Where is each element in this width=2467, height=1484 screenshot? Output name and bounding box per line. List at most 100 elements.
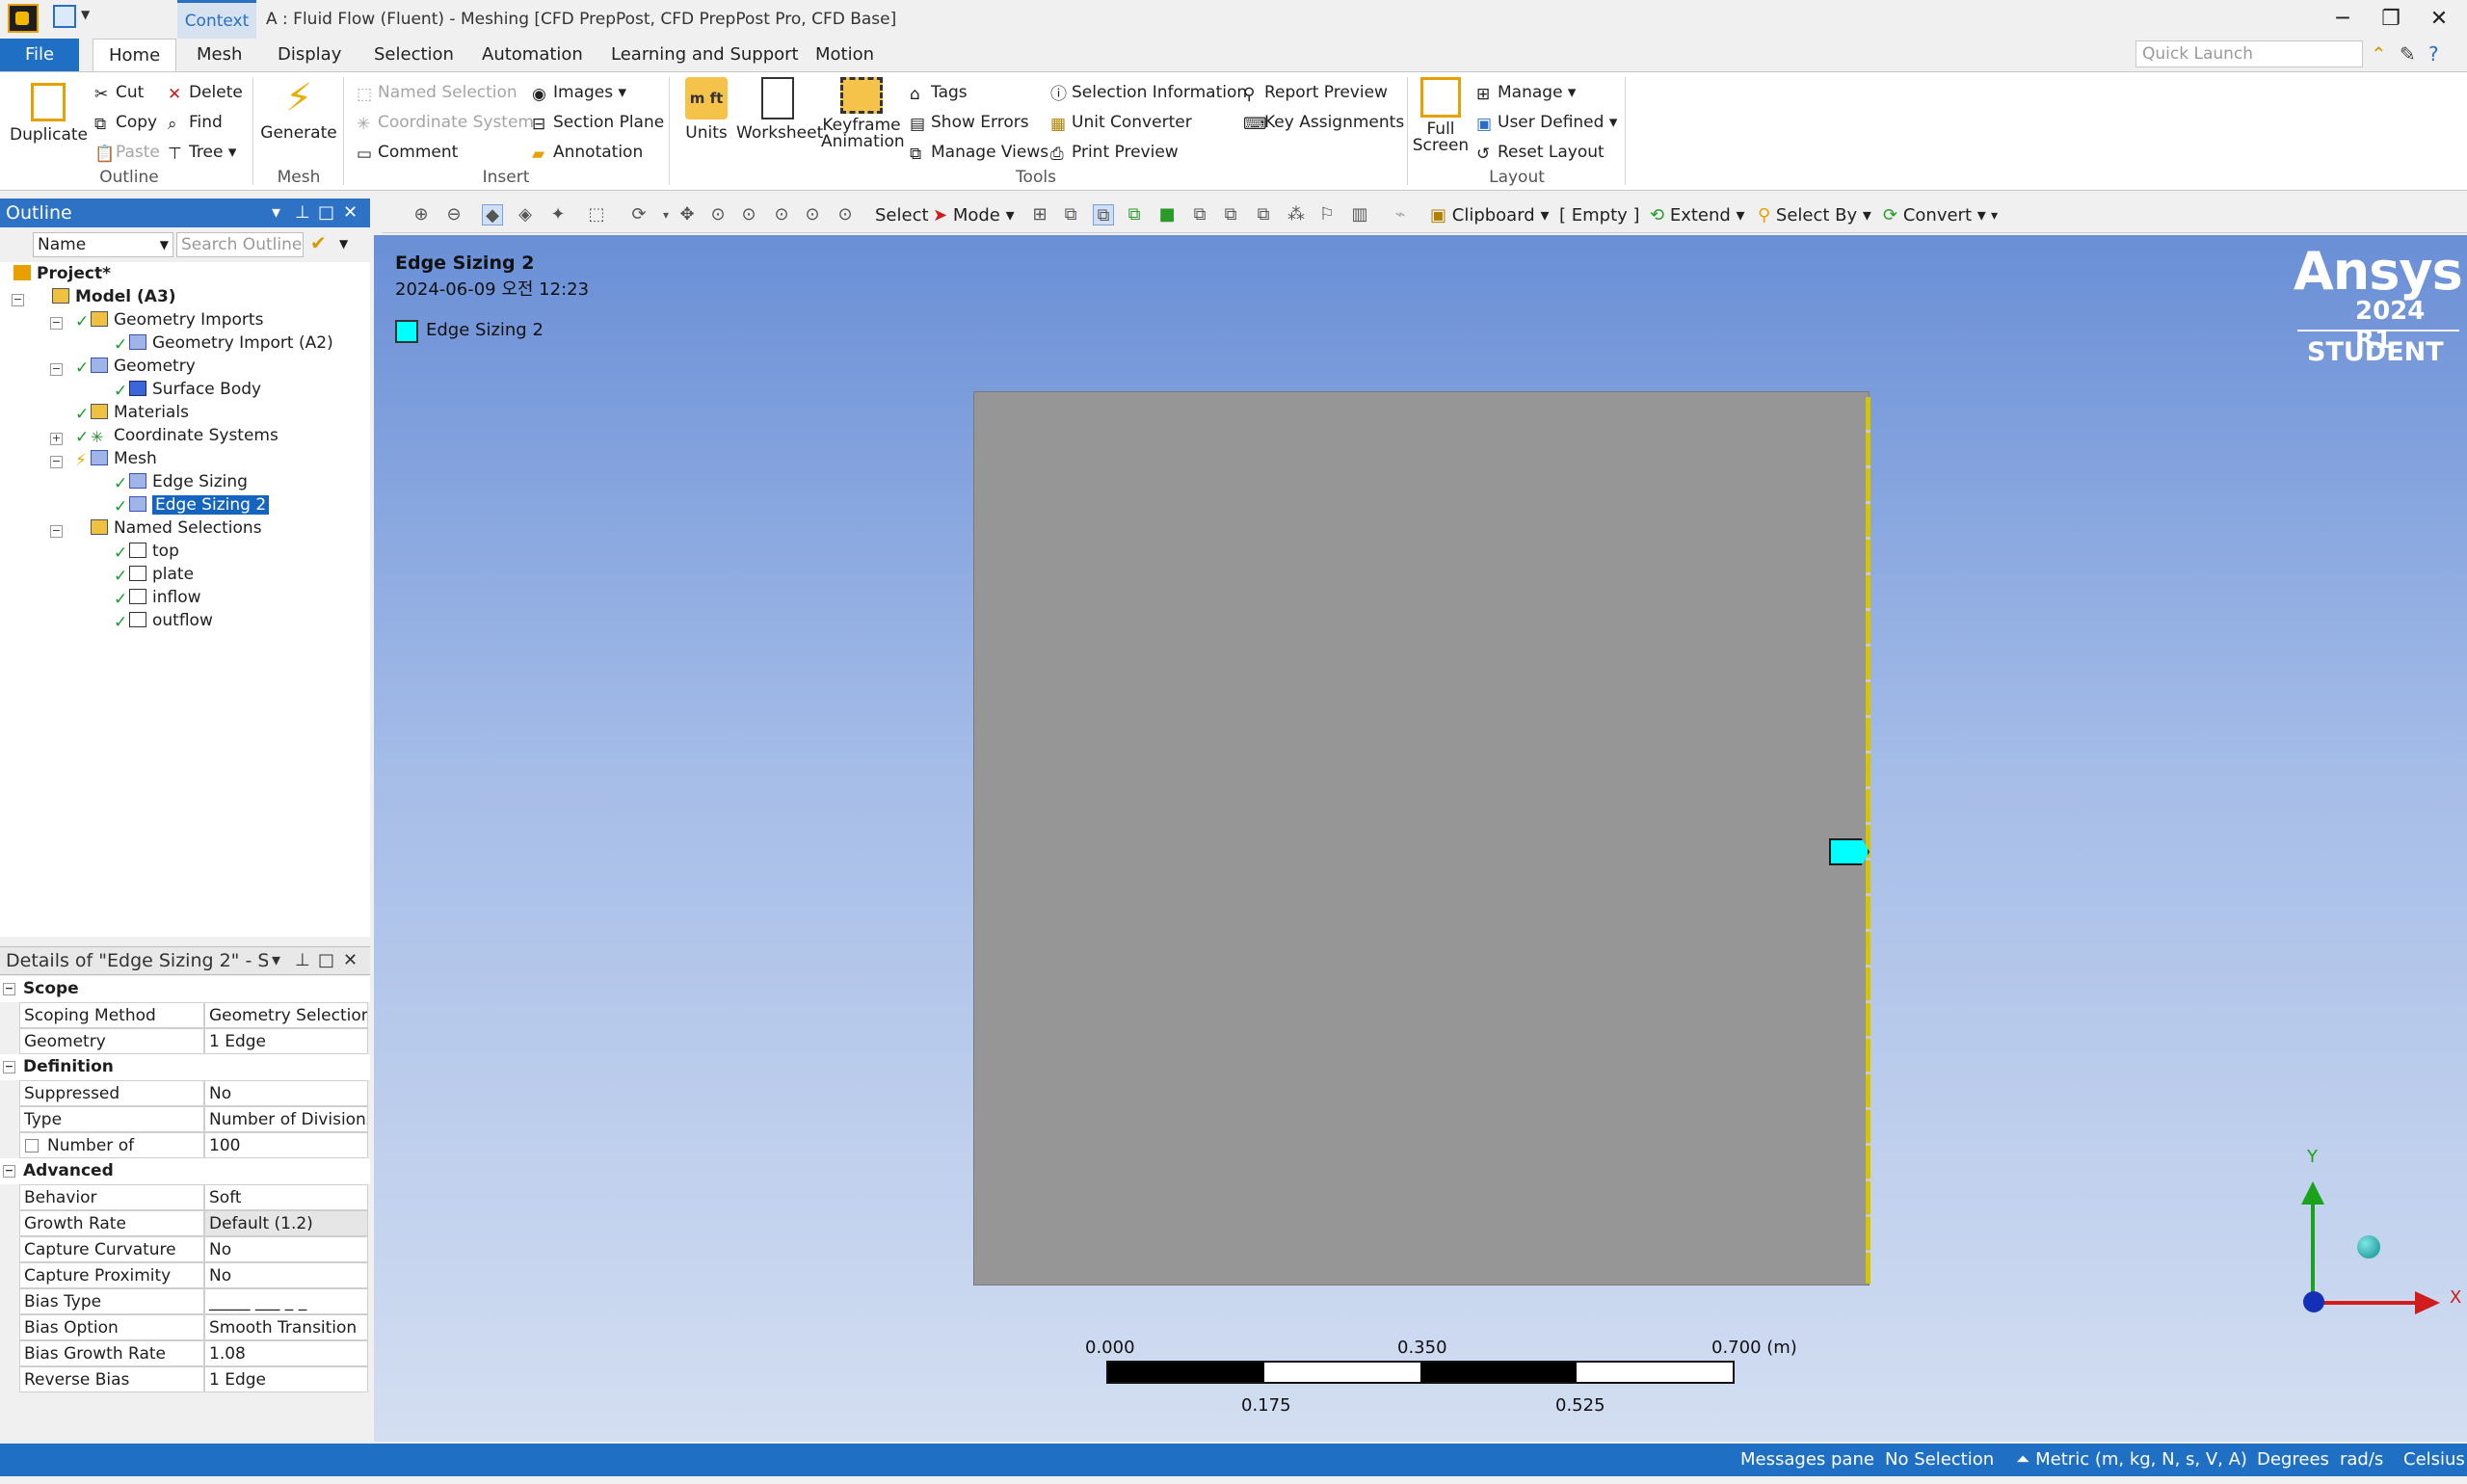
selection-information-button[interactable]: ⓘ Selection Information — [1050, 81, 1247, 104]
select-mesh-icon[interactable]: ⁂ — [1286, 204, 1307, 225]
details-row[interactable]: Bias Option Smooth Transition — [0, 1314, 370, 1340]
duplicate-button[interactable]: Duplicate — [10, 77, 88, 145]
tags-button[interactable]: ⌂ Tags — [910, 81, 968, 104]
maximize-panel-icon[interactable]: □ — [318, 946, 334, 975]
details-row[interactable]: Capture Proximity No — [0, 1262, 370, 1288]
property-value[interactable]: Soft — [204, 1184, 368, 1210]
selected-edge-highlight[interactable] — [1866, 397, 1870, 1284]
filter-check-icon[interactable]: ✔ — [310, 231, 327, 254]
coordinate-system-button[interactable]: ✳ Coordinate System — [357, 111, 534, 134]
app-icon[interactable] — [8, 4, 39, 33]
collapse-icon[interactable]: − — [3, 1061, 15, 1073]
details-row[interactable]: Capture Curvature No — [0, 1236, 370, 1262]
quick-launch-input[interactable]: Quick Launch — [2135, 40, 2363, 67]
wireframe-icon[interactable]: ◈ — [515, 204, 536, 225]
tree-node-project[interactable]: Project* — [13, 262, 111, 285]
property-value[interactable]: 1 Edge — [204, 1366, 368, 1392]
zoom-out-icon[interactable]: ⊖ — [443, 204, 464, 225]
feedback-icon[interactable]: ✎ — [2400, 42, 2416, 66]
details-row[interactable]: Bias Type _____ ___ _ _ — [0, 1288, 370, 1314]
zoom-box-icon[interactable]: ⊙ — [738, 204, 759, 225]
collapse-mesh-icon[interactable]: − — [50, 456, 63, 468]
images-button[interactable]: ◉ Images ▾ — [532, 81, 626, 104]
show-errors-button[interactable]: ▤ Show Errors — [910, 111, 1029, 134]
property-value[interactable]: No — [204, 1236, 368, 1262]
tree-node-ns-outflow[interactable]: outflow — [129, 609, 213, 632]
shaded-view-icon[interactable]: ◆ — [482, 204, 503, 225]
report-preview-button[interactable]: ⚲ Report Preview — [1243, 81, 1388, 104]
context-tab[interactable]: Context — [177, 0, 256, 39]
pin-icon[interactable]: ⊥ — [295, 946, 310, 975]
select-element-face-icon[interactable]: ⧉ — [1220, 204, 1241, 225]
tab-display[interactable]: Display — [262, 39, 357, 71]
tree-button[interactable]: ⊤ Tree ▾ — [168, 141, 236, 164]
tab-home[interactable]: Home — [93, 39, 177, 71]
tab-mesh[interactable]: Mesh — [181, 39, 257, 71]
tree-node-surface-body[interactable]: Surface Body — [129, 378, 261, 401]
close-panel-icon[interactable]: ✕ — [343, 946, 358, 975]
property-value[interactable]: Geometry Selection — [204, 1002, 368, 1028]
panel-menu-icon[interactable]: ▾ — [272, 199, 280, 227]
zoom-icon[interactable]: ⊙ — [707, 204, 729, 225]
find-button[interactable]: ⌕ Find — [168, 111, 223, 134]
angle-units-status[interactable]: Degrees — [2257, 1444, 2329, 1476]
collapse-ribbon-icon[interactable]: ⌃ — [2371, 42, 2387, 66]
select-by-button[interactable]: ⚲ Select By ▾ — [1758, 199, 1871, 233]
tab-automation[interactable]: Automation — [466, 39, 598, 71]
rotate-dropdown-icon[interactable]: ▾ — [655, 204, 676, 225]
details-row[interactable]: Geometry 1 Edge — [0, 1028, 370, 1054]
tree-node-ns-inflow[interactable]: inflow — [129, 586, 201, 609]
details-row[interactable]: Suppressed No — [0, 1080, 370, 1106]
tree-node-materials[interactable]: Materials — [91, 401, 189, 424]
convert-button[interactable]: ⟳ Convert ▾ — [1883, 199, 1986, 233]
select-graphics-icon[interactable]: ▥ — [1349, 204, 1370, 225]
unit-converter-button[interactable]: ▦ Unit Converter — [1050, 111, 1192, 134]
details-category-definition[interactable]: − Definition — [0, 1054, 370, 1080]
details-row[interactable]: Reverse Bias 1 Edge — [0, 1366, 370, 1392]
toolbar-overflow-icon[interactable]: ▾ — [1991, 199, 1998, 233]
generate-button[interactable]: ⚡ Generate — [260, 77, 337, 143]
collapse-icon[interactable]: − — [3, 1165, 15, 1178]
reset-layout-button[interactable]: ↺ Reset Layout — [1476, 141, 1605, 164]
property-value[interactable]: 100 — [204, 1132, 368, 1158]
pan-icon[interactable]: ✥ — [676, 204, 698, 225]
tree-node-model[interactable]: Model (A3) — [52, 285, 176, 308]
manage-views-button[interactable]: ⧉ Manage Views — [910, 141, 1048, 164]
select-body-icon[interactable]: ■ — [1156, 204, 1178, 225]
rotate-icon[interactable]: ⟳ — [628, 204, 650, 225]
units-button[interactable]: m ft Units — [676, 77, 736, 143]
collapse-icon[interactable]: − — [3, 983, 15, 995]
rate-units-status[interactable]: rad/s — [2340, 1444, 2383, 1476]
details-row[interactable]: Behavior Soft — [0, 1184, 370, 1210]
tree-node-ns-plate[interactable]: plate — [129, 563, 194, 586]
details-category-scope[interactable]: − Scope — [0, 976, 370, 1002]
property-value[interactable]: 1.08 — [204, 1340, 368, 1366]
details-row[interactable]: Type Number of Divisions — [0, 1106, 370, 1132]
minimize-button[interactable]: ─ — [2319, 0, 2367, 39]
extend-button[interactable]: ⟲ Extend ▾ — [1650, 199, 1745, 233]
details-row[interactable]: Growth Rate Default (1.2) — [0, 1210, 370, 1236]
zoom-in-icon[interactable]: ⊕ — [411, 204, 432, 225]
temperature-units-status[interactable]: Celsius — [2403, 1444, 2465, 1476]
cut-button[interactable]: ✂ Cut — [94, 81, 144, 104]
tree-node-geometry-import-a2[interactable]: Geometry Import (A2) — [129, 331, 333, 355]
restore-button[interactable]: ❐ — [2367, 0, 2415, 39]
select-mode-button[interactable]: ➤ Mode ▾ — [933, 199, 1015, 233]
units-status[interactable]: ⏶ Metric (m, kg, N, s, V, A) — [2016, 1444, 2247, 1476]
box-zoom-icon[interactable]: ⬚ — [586, 204, 607, 225]
panel-menu-icon[interactable]: ▾ — [272, 946, 280, 975]
property-value[interactable]: Number of Divisions — [204, 1106, 368, 1132]
property-value[interactable]: _____ ___ _ _ — [204, 1288, 368, 1314]
details-category-advanced[interactable]: − Advanced — [0, 1158, 370, 1184]
tree-node-geometry-imports[interactable]: Geometry Imports — [91, 308, 263, 331]
manage-layout-button[interactable]: ⊞ Manage ▾ — [1476, 81, 1576, 104]
tree-node-named-selections[interactable]: Named Selections — [91, 517, 262, 540]
filter-dropdown-icon[interactable]: ▼ — [339, 237, 348, 251]
annotation-button[interactable]: ▰ Annotation — [532, 141, 643, 164]
zoom-to-fit-icon[interactable]: ⊙ — [771, 204, 792, 225]
delete-button[interactable]: ✕ Delete — [168, 81, 243, 104]
tree-node-coordinate-systems[interactable]: ✳ Coordinate Systems — [91, 424, 279, 447]
select-single-icon[interactable]: ⊞ — [1029, 204, 1050, 225]
paste-button[interactable]: 📋Paste — [94, 141, 160, 164]
expand-coordinate-systems-icon[interactable]: + — [50, 433, 63, 445]
